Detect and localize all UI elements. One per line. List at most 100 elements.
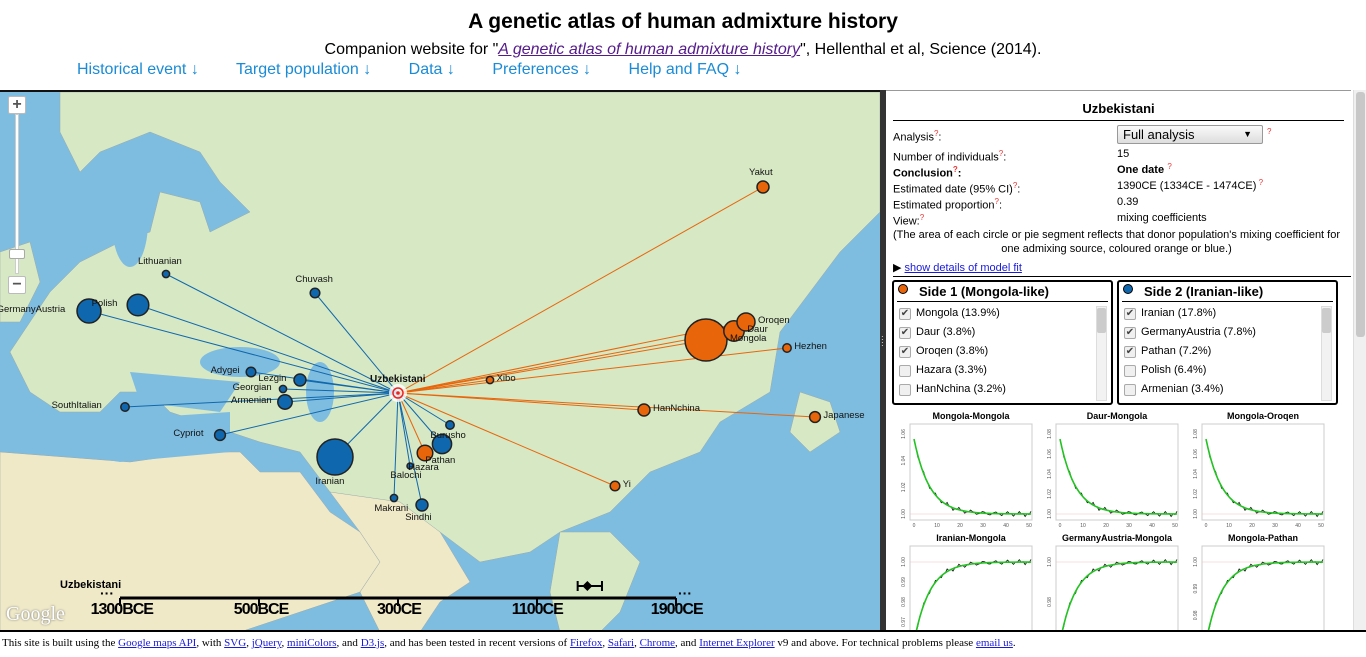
fit-plot: Mongola-Oroqen 1.00 1.02 1.04 1.06 1.08 0 10 20 3…	[1188, 411, 1338, 531]
donor-circle-lithuanian[interactable]	[161, 269, 171, 279]
map-canvas[interactable]: ··· ···	[0, 92, 880, 630]
source-sides: Side 1 (Mongola-like) ✔ Mongola (13.9%) ✔ D…	[886, 280, 1351, 407]
donor-circle-georgian[interactable]	[278, 384, 288, 394]
checkbox[interactable]: ✔	[899, 345, 911, 358]
checkbox[interactable]: ✔	[899, 326, 911, 339]
timeline-tick-label: 500BCE	[233, 601, 289, 618]
checkbox[interactable]: ✔	[1124, 307, 1136, 320]
side1-list: ✔ Mongola (13.9%) ✔ Daur (3.8%) ✔ Oroqen (3.8…	[894, 302, 1111, 399]
help-icon[interactable]: ?	[953, 165, 958, 174]
help-icon[interactable]: ?	[1013, 181, 1017, 190]
nav-target-population[interactable]: Target population ↓	[236, 61, 371, 78]
model-fit-toggle[interactable]: ▶ show details of model fit	[893, 261, 1351, 277]
label-cypriot: Cypriot	[173, 428, 204, 439]
show-details-link[interactable]: show details of model fit	[905, 262, 1022, 274]
help-icon[interactable]: ?	[1167, 159, 1171, 175]
donor-circle-hezhen[interactable]	[782, 343, 792, 353]
zoom-slider-thumb[interactable]	[9, 249, 25, 259]
donor-circle-japanese[interactable]	[808, 410, 822, 424]
checkbox[interactable]: ✔	[899, 307, 911, 320]
checkbox[interactable]	[899, 383, 911, 396]
donor-circle-xibo[interactable]	[485, 375, 495, 385]
help-icon[interactable]: ?	[934, 129, 938, 138]
d3-link[interactable]: D3.js	[361, 637, 385, 649]
donor-circle-lezgin[interactable]	[293, 373, 307, 387]
help-icon[interactable]: ?	[1267, 124, 1271, 140]
nav-historical-event[interactable]: Historical event ↓	[77, 61, 199, 78]
donor-circle-hannchina[interactable]	[637, 403, 651, 417]
donor-circle-adygei[interactable]	[245, 366, 257, 378]
donor-circle-armenian[interactable]	[277, 394, 293, 410]
donor-circle-mongola[interactable]	[684, 318, 728, 362]
donor-circle-burusho[interactable]	[445, 420, 455, 430]
donor-circle-yakut[interactable]	[756, 180, 770, 194]
triangle-right-icon: ▶	[893, 262, 905, 274]
paper-link[interactable]: A genetic atlas of human admixture histo…	[498, 41, 800, 58]
checkbox[interactable]	[1124, 383, 1136, 396]
donor-circle-chuvash[interactable]	[309, 287, 321, 299]
donor-circle-makrani[interactable]	[389, 493, 399, 503]
help-icon[interactable]: ?	[1259, 175, 1263, 191]
google-maps-link[interactable]: Google maps API	[118, 637, 196, 649]
donor-circle-southitalian[interactable]	[120, 402, 130, 412]
info-key: View:	[893, 215, 920, 228]
label-chuvash: Chuvash	[295, 274, 333, 286]
google-logo: Google	[6, 603, 65, 625]
label-adygei: Adygei	[210, 365, 240, 376]
minicolors-link[interactable]: miniColors	[287, 637, 337, 649]
plot-ytick: 1.00	[901, 509, 907, 519]
side2-item[interactable]: ✔ Pathan (7.2%)	[1124, 342, 1336, 361]
fit-plot: GermanyAustria-Mongola 0.96 0.98 1.00	[1042, 533, 1192, 630]
label-xibo: Xibo	[496, 373, 516, 384]
checkbox[interactable]: ✔	[1124, 345, 1136, 358]
side2-item[interactable]: Polish (6.4%)	[1124, 361, 1336, 380]
plot-ytick: 1.08	[1193, 429, 1199, 439]
donor-circle-cypriot[interactable]	[213, 428, 227, 442]
email-link[interactable]: email us	[976, 637, 1013, 649]
info-panel: Uzbekistani Analysis?: Full analysis ▼ ? …	[886, 90, 1351, 630]
side1-item[interactable]: ✔ Mongola (13.9%)	[899, 304, 1111, 323]
checkbox[interactable]	[1124, 364, 1136, 377]
panel-scrollbar[interactable]	[1353, 90, 1366, 630]
chrome-link[interactable]: Chrome	[640, 637, 675, 649]
donor-circle-iranian[interactable]	[316, 438, 354, 476]
zoom-out-button[interactable]: −	[8, 276, 26, 294]
plot-xtick: 10	[1226, 523, 1232, 529]
checkbox[interactable]: ✔	[1124, 326, 1136, 339]
panel-title: Uzbekistani	[893, 101, 1344, 121]
donor-circle-polish[interactable]	[126, 293, 150, 317]
side1-item[interactable]: ✔ Daur (3.8%)	[899, 323, 1111, 342]
donor-circle-sindhi[interactable]	[415, 498, 429, 512]
label-burusho: Burusho	[430, 430, 466, 442]
map-view[interactable]: ··· ··· GermanyAustria Polish Lithuanian Ch…	[0, 90, 880, 630]
side2-item[interactable]: ✔ Iranian (17.8%)	[1124, 304, 1336, 323]
zoom-in-button[interactable]: +	[8, 96, 26, 114]
firefox-link[interactable]: Firefox	[570, 637, 602, 649]
side1-item[interactable]: Hazara (3.3%)	[899, 361, 1111, 380]
help-icon[interactable]: ?	[999, 149, 1003, 158]
svg-link[interactable]: SVG	[224, 637, 246, 649]
dropdown-arrow-icon: ▼	[1243, 129, 1252, 139]
analysis-select[interactable]: Full analysis ▼	[1117, 125, 1263, 144]
help-icon[interactable]: ?	[995, 197, 999, 206]
ie-link[interactable]: Internet Explorer	[699, 637, 774, 649]
nav-preferences[interactable]: Preferences ↓	[492, 61, 591, 78]
side1-item[interactable]: HanNchina (3.2%)	[899, 380, 1111, 399]
side2-item[interactable]: ✔ GermanyAustria (7.8%)	[1124, 323, 1336, 342]
side1-item[interactable]: ✔ Oroqen (3.8%)	[899, 342, 1111, 361]
plot-title: Daur-Mongola	[1086, 411, 1148, 421]
nav-data[interactable]: Data ↓	[409, 61, 455, 78]
item-label: Oroqen (3.8%)	[916, 345, 989, 357]
side2-item[interactable]: Armenian (3.4%)	[1124, 380, 1336, 399]
target-marker[interactable]	[389, 384, 407, 402]
checkbox[interactable]	[899, 364, 911, 377]
donor-circle-yi[interactable]	[609, 480, 621, 492]
plot-ytick: 1.04	[1047, 469, 1053, 479]
help-icon[interactable]: ?	[920, 213, 924, 222]
safari-link[interactable]: Safari	[608, 637, 634, 649]
jquery-link[interactable]: jQuery	[252, 637, 282, 649]
side1-scrollbar[interactable]	[1096, 306, 1107, 401]
nav-help-faq[interactable]: Help and FAQ ↓	[629, 61, 742, 78]
side2-scrollbar[interactable]	[1321, 306, 1332, 401]
timeline-target-label: Uzbekistani	[60, 579, 122, 591]
